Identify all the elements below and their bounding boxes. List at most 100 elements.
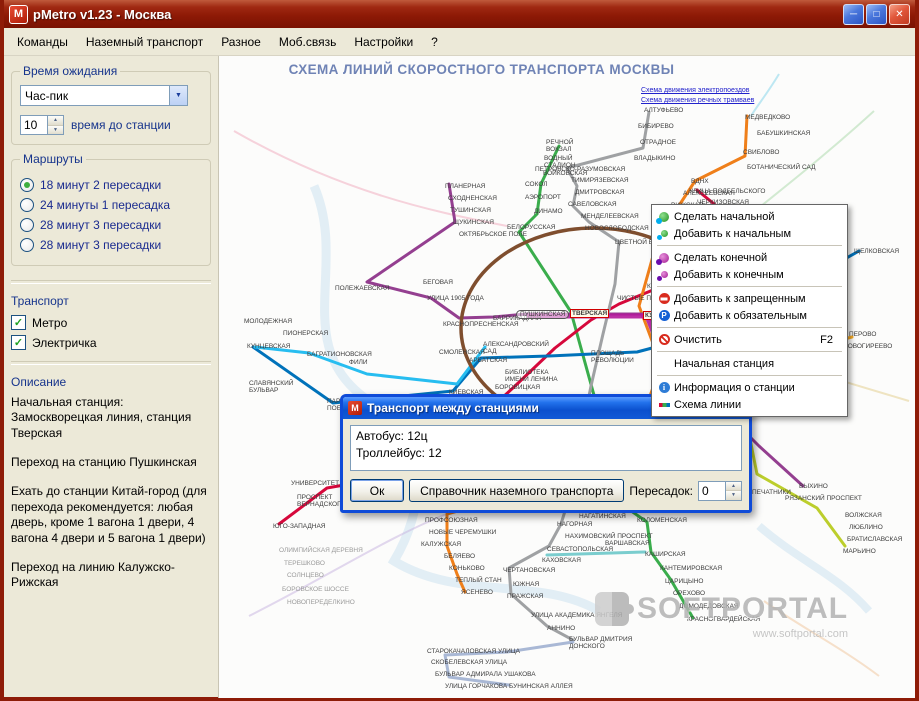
time-to-station-spinner[interactable]: 10 ▲ ▼ [20,115,64,135]
station-label[interactable]: АННИНО [547,625,575,632]
station-label[interactable]: БОРОВСКОЕ ШОССЕ [282,586,349,593]
station-label[interactable]: МЕДВЕДКОВО [745,114,790,121]
menubar-item[interactable]: Моб.связь [270,31,346,53]
station-label[interactable]: ЛЮБЛИНО [849,524,883,531]
spinner-up-icon[interactable]: ▲ [48,116,63,126]
route-option[interactable]: 28 минут 3 пересадки [20,236,202,253]
station-label[interactable]: АЛТУФЬЕВО [644,107,683,114]
metro-map-area[interactable]: СХЕМА ЛИНИЙ СКОРОСТНОГО ТРАНСПОРТА МОСКВ… [218,56,915,698]
station-label[interactable]: УЛИЦА ГОРЧАКОВА [445,683,507,690]
station-label[interactable]: НАГОРНАЯ [557,521,592,528]
station-label[interactable]: КАШИРСКАЯ [645,551,686,558]
radio-icon[interactable] [20,197,34,212]
station-label[interactable]: СОКОЛ [525,181,548,188]
spinner-down-icon[interactable]: ▼ [48,125,63,134]
station-label[interactable]: КОНЬКОВО [449,565,485,572]
spinner-down-icon[interactable]: ▼ [726,491,741,500]
station-label[interactable]: НОВОПЕРЕДЕЛКИНО [287,599,355,606]
station-label[interactable]: БРАТИСЛАВСКАЯ [847,536,902,543]
station-label[interactable]: АЭРОПОРТ [525,194,561,201]
station-label[interactable]: ВДНХ [691,178,709,185]
station-label[interactable]: НОВЫЕ ЧЕРЕМУШКИ [429,529,496,536]
station-label[interactable]: ВОДНЫЙ СТАДИОН [544,155,588,169]
context-menu-item[interactable]: Добавить к начальным [654,225,845,242]
menubar-item[interactable]: Разное [212,31,270,53]
station-label[interactable]: БОРОВИЦКАЯ [495,384,540,391]
station-label[interactable]: ВОЛЖСКАЯ [845,512,882,519]
station-label[interactable]: ТЕРЕШКОВО [284,560,325,567]
station-label[interactable]: СВИБЛОВО [743,149,779,156]
station-label[interactable]: ЩУКИНСКАЯ [453,219,494,226]
context-menu-item[interactable]: Сделать начальной [654,208,845,225]
station-label[interactable]: КАХОВСКАЯ [542,557,581,564]
station-label[interactable]: БИБЛИОТЕКА ИМЕНИ ЛЕНИНА [505,369,561,383]
station-label[interactable]: БУЛЬВАР АДМИРАЛА УШАКОВА [435,671,536,678]
spinner-up-icon[interactable]: ▲ [726,481,741,491]
station-label[interactable]: ТИМИРЯЗЕВСКАЯ [571,177,629,184]
station-label[interactable]: ПРАЖСКАЯ [507,593,543,600]
station-label[interactable]: БАБУШКИНСКАЯ [757,130,810,137]
station-label[interactable]: ОТРАДНОЕ [640,139,676,146]
station-label[interactable]: КУНЦЕВСКАЯ [247,343,290,350]
station-label[interactable]: МАРЬИНО [843,548,876,555]
station-label[interactable]: ПУШКИНСКАЯ [516,310,570,320]
station-label[interactable]: КАНТЕМИРОВСКАЯ [660,565,722,572]
spinner-arrows[interactable]: ▲ ▼ [725,481,741,500]
station-label[interactable]: СТАРОКАЧАЛОВСКАЯ УЛИЦА [427,648,520,655]
station-label[interactable]: ЧЕРТАНОВСКАЯ [503,567,555,574]
station-label[interactable]: ТУШИНСКАЯ [450,207,491,214]
route-option[interactable]: 18 минут 2 пересадки [20,176,202,193]
station-label[interactable]: КАЛУЖСКАЯ [421,541,461,548]
station-label[interactable]: НОВОГИРЕЕВО [843,343,892,350]
station-label[interactable]: БЕГОВАЯ [423,279,453,286]
station-label[interactable]: СЛАВЯНСКИЙ БУЛЬВАР [249,380,299,394]
menubar-item[interactable]: Наземный транспорт [77,31,212,53]
station-label[interactable]: ЮЖНАЯ [513,581,539,588]
station-label[interactable]: ФИЛИ [349,359,368,366]
radio-icon[interactable] [20,237,34,252]
station-label[interactable]: ДМИТРОВСКАЯ [575,189,624,196]
maximize-button[interactable]: □ [866,3,887,25]
menubar-item[interactable]: Настройки [345,31,422,53]
station-label[interactable]: СОЛНЦЕВО [287,572,324,579]
checkbox-icon[interactable]: ✓ [11,335,26,350]
station-label[interactable]: ВАРШАВСКАЯ [605,540,650,547]
station-label[interactable]: СМОЛЕНСКАЯ [439,349,485,356]
minimize-button[interactable]: ─ [843,3,864,25]
spinner-arrows[interactable]: ▲ ▼ [47,116,63,134]
station-label[interactable]: ВОЙКОВСКАЯ [543,170,587,177]
station-label[interactable]: БИБИРЕВО [638,123,674,130]
checkbox-icon[interactable]: ✓ [11,315,26,330]
station-label[interactable]: СКОБЕЛЕВСКАЯ УЛИЦА [431,659,507,666]
station-label[interactable]: БАГРАТИОНОВСКАЯ [307,351,372,358]
station-label[interactable]: ВЛАДЫКИНО [634,155,675,162]
close-button[interactable]: ✕ [889,3,910,25]
radio-icon[interactable] [20,177,34,192]
station-label[interactable]: ПЛОЩАДЬ РЕВОЛЮЦИИ [591,350,647,364]
station-label[interactable]: БЕЛЯЕВО [444,553,475,560]
station-label[interactable]: СЕВАСТОПОЛЬСКАЯ [547,546,613,553]
station-label[interactable]: КОЛОМЕНСКАЯ [637,517,687,524]
station-label[interactable]: УЛИЦА 1905 ГОДА [427,295,484,302]
station-label[interactable]: УНИВЕРСИТЕТ [291,480,339,487]
station-label[interactable]: ДИНАМО [534,208,563,215]
ok-button[interactable]: Ок [350,479,405,502]
station-label[interactable]: ПОЛЕЖАЕВСКАЯ [335,285,390,292]
station-label[interactable]: НАГАТИНСКАЯ [579,513,626,520]
station-label[interactable]: ПЛАНЕРНАЯ [445,183,485,190]
rush-hour-combobox[interactable]: Час-пик ▼ [20,85,188,106]
station-label[interactable]: МЕНДЕЛЕЕВСКАЯ [581,213,639,220]
context-menu-item[interactable]: Начальная станция [654,355,845,372]
ground-transport-reference-button[interactable]: Справочник наземного транспорта [409,479,625,502]
transfers-spinner[interactable]: 0 ▲ ▼ [698,480,742,501]
context-menu-item[interactable]: Добавить к запрещенным [654,290,845,307]
station-label[interactable]: БУНИНСКАЯ АЛЛЕЯ [509,683,573,690]
station-label[interactable]: МОЛОДЕЖНАЯ [244,318,292,325]
station-label[interactable]: САВЕЛОВСКАЯ [568,201,617,208]
menubar-item[interactable]: ? [422,31,447,53]
station-label[interactable]: ЯСЕНЕВО [461,589,493,596]
station-label[interactable]: БОТАНИЧЕСКИЙ САД [747,164,816,171]
transport-option[interactable]: ✓ Электричка [11,334,211,351]
context-menu-item[interactable]: Добавить к обязательным [654,307,845,324]
context-menu-item[interactable]: Добавить к конечным [654,266,845,283]
